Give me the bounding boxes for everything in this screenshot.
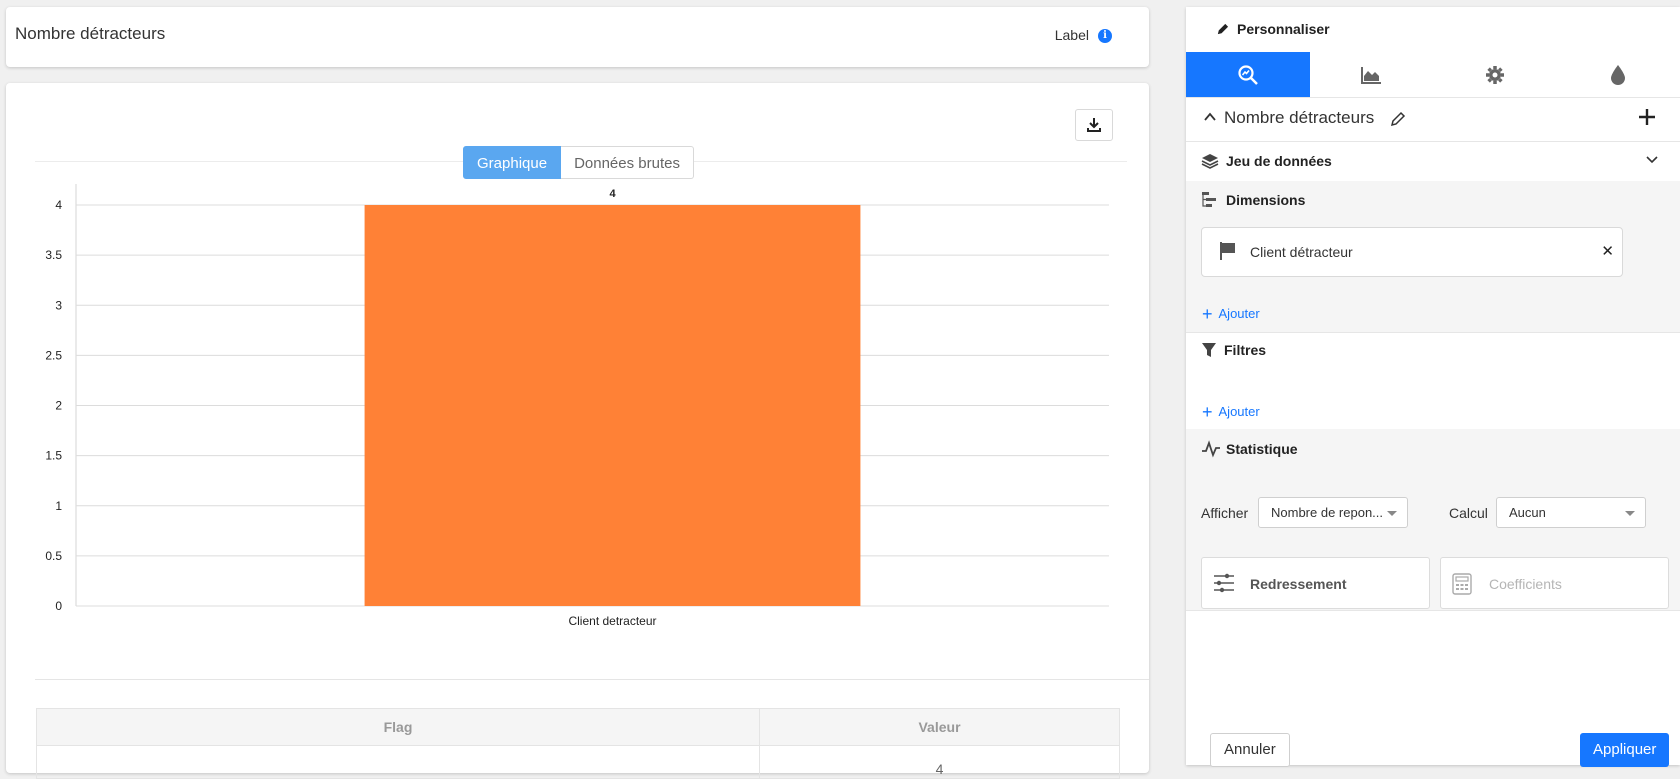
filters-title: Filtres: [1224, 342, 1266, 358]
y-tick-label: 2: [55, 399, 62, 413]
dimensions-title: Dimensions: [1226, 192, 1305, 208]
add-icon[interactable]: [1638, 108, 1656, 126]
calcul-value: Aucun: [1509, 505, 1546, 520]
view-tabs: Graphique Données brutes: [463, 146, 694, 179]
bar-data-label: 4: [609, 188, 616, 200]
header-card: Nombre détracteurs Label i: [6, 7, 1149, 67]
dimensions-icon: [1201, 191, 1219, 209]
chart-card: Graphique Données brutes 0 0.5 1 1.5 2 2.5 3 3.…: [6, 83, 1149, 773]
drop-icon: [1610, 64, 1626, 86]
plus-icon: +: [1202, 307, 1213, 321]
tab-raw-data[interactable]: Données brutes: [561, 146, 694, 179]
remove-dimension-button[interactable]: ✕: [1601, 242, 1614, 260]
dimension-label: Client détracteur: [1250, 244, 1353, 260]
tab-settings[interactable]: [1433, 52, 1557, 97]
table-cell-valeur: 4: [760, 746, 1120, 779]
dataset-row[interactable]: Jeu de données: [1186, 141, 1680, 182]
caret-down-icon: [1625, 511, 1635, 516]
column-header-valeur: Valeur: [760, 709, 1120, 746]
statistique-title: Statistique: [1226, 441, 1298, 457]
tab-chart-type[interactable]: [1310, 52, 1434, 97]
filters-section: Filtres: [1186, 332, 1680, 430]
panel-tabs: [1186, 52, 1680, 98]
cancel-button[interactable]: Annuler: [1210, 733, 1290, 767]
redressement-button[interactable]: Redressement: [1201, 557, 1430, 609]
plus-icon: +: [1202, 405, 1213, 419]
sliders-icon: [1213, 573, 1235, 593]
panel-title: Personnaliser: [1237, 21, 1330, 37]
bar-chart: 0 0.5 1 1.5 2 2.5 3 3.5 4 4 Client detracteur: [6, 178, 1149, 738]
afficher-select[interactable]: Nombre de repon...: [1258, 497, 1408, 528]
download-icon: [1086, 117, 1102, 133]
redressement-label: Redressement: [1250, 576, 1347, 592]
caret-down-icon: [1387, 511, 1397, 516]
pencil-icon: [1216, 23, 1229, 36]
metric-title: Nombre détracteurs: [1224, 108, 1374, 128]
calcul-label: Calcul: [1449, 505, 1488, 521]
page-title: Nombre détracteurs: [15, 24, 165, 44]
y-tick-label: 0: [55, 599, 62, 613]
chart-divider: [35, 679, 1149, 680]
gear-icon: [1485, 65, 1505, 85]
data-table: Flag Valeur 4: [36, 708, 1120, 779]
add-filter-label: Ajouter: [1219, 404, 1260, 419]
y-tick-label: 3: [55, 298, 62, 312]
label-text: Label: [1055, 27, 1089, 43]
apply-button[interactable]: Appliquer: [1580, 733, 1669, 767]
add-filter-link[interactable]: + Ajouter: [1202, 404, 1260, 419]
add-dimension-label: Ajouter: [1219, 306, 1260, 321]
download-button[interactable]: [1075, 109, 1113, 141]
add-dimension-link[interactable]: + Ajouter: [1202, 306, 1260, 321]
analysis-icon: [1237, 64, 1259, 86]
coefficients-button[interactable]: Coefficients: [1440, 557, 1669, 609]
chevron-up-icon[interactable]: [1204, 112, 1216, 122]
metric-row: Nombre détracteurs: [1186, 98, 1680, 142]
filter-icon: [1201, 342, 1217, 358]
edit-icon[interactable]: [1390, 111, 1406, 127]
table-cell-flag: [37, 746, 760, 779]
chevron-down-icon[interactable]: [1646, 156, 1658, 164]
y-tick-label: 1.5: [45, 449, 62, 463]
afficher-value: Nombre de repon...: [1271, 505, 1383, 520]
bar: [365, 205, 861, 606]
pulse-icon: [1201, 440, 1221, 458]
y-tick-label: 2.5: [45, 348, 62, 362]
customize-panel: Personnaliser: [1186, 7, 1680, 765]
dataset-label: Jeu de données: [1226, 153, 1332, 169]
y-tick-label: 0.5: [45, 549, 62, 563]
table-row: 4: [37, 746, 1120, 779]
panel-header: Personnaliser: [1216, 21, 1330, 37]
x-tick-label: Client detracteur: [568, 614, 656, 628]
tab-colors[interactable]: [1557, 52, 1680, 97]
tab-chart[interactable]: Graphique: [463, 146, 561, 179]
y-tick-label: 4: [55, 198, 62, 212]
flag-icon: [1219, 241, 1237, 261]
calcul-select[interactable]: Aucun: [1496, 497, 1646, 528]
afficher-label: Afficher: [1201, 505, 1248, 521]
calculator-icon: [1452, 573, 1472, 595]
coefficients-label: Coefficients: [1489, 576, 1562, 592]
area-chart-icon: [1360, 65, 1382, 85]
y-tick-label: 3.5: [45, 248, 62, 262]
layers-icon: [1201, 152, 1219, 170]
tab-analysis[interactable]: [1186, 52, 1310, 97]
dimension-chip[interactable]: Client détracteur ✕: [1201, 227, 1623, 277]
info-icon[interactable]: i: [1098, 29, 1112, 43]
column-header-flag: Flag: [37, 709, 760, 746]
y-tick-label: 1: [55, 499, 62, 513]
